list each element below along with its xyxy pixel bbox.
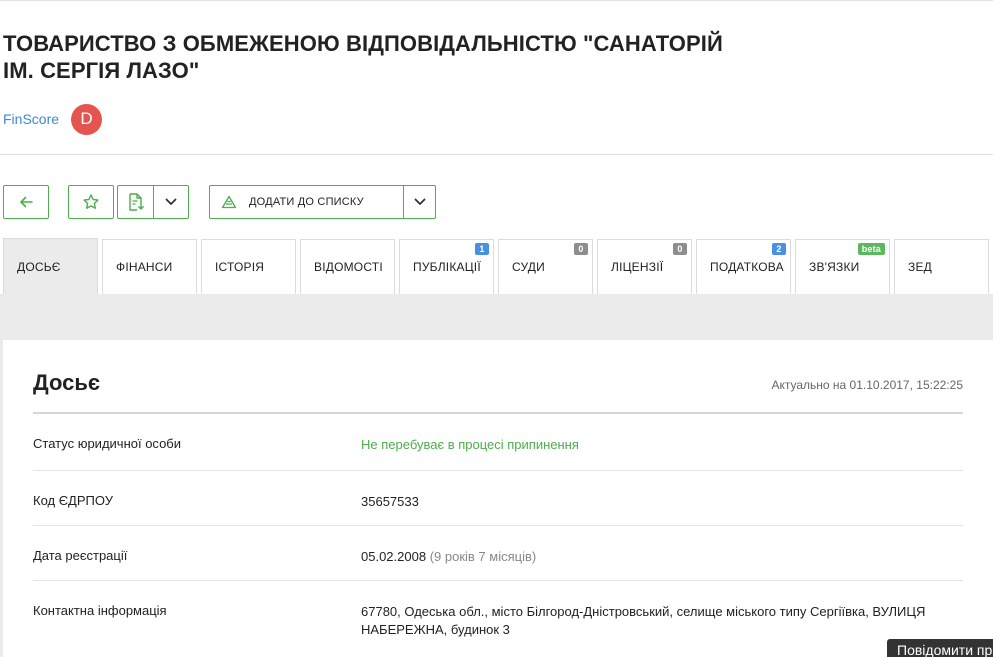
document-download-icon	[128, 193, 144, 211]
row-value: 35657533	[361, 494, 419, 509]
finscore-link[interactable]: FinScore	[3, 111, 59, 127]
finscore-row: FinScore D	[3, 103, 103, 135]
export-button[interactable]	[117, 185, 154, 219]
info-row-edrpou: Код ЄДРПОУ 35657533	[33, 471, 963, 526]
tab-records[interactable]: ВІДОМОСТІ	[300, 239, 395, 294]
tab-label: ВІДОМОСТІ	[314, 260, 383, 274]
tab-label: ЗЕД	[908, 260, 932, 274]
tab-label: ПОДАТКОВА	[710, 260, 784, 274]
export-dropdown-button[interactable]	[153, 185, 189, 219]
tab-label: ІСТОРІЯ	[215, 260, 265, 274]
add-to-list-dropdown-button[interactable]	[403, 185, 436, 219]
tab-label: СУДИ	[512, 260, 545, 274]
dossier-updated-timestamp: Актуально на 01.10.2017, 15:22:25	[771, 378, 963, 392]
favorite-button[interactable]	[68, 185, 114, 219]
tab-publications[interactable]: ПУБЛІКАЦІЇ 1	[399, 239, 494, 294]
add-to-list-button[interactable]: ДОДАТИ ДО СПИСКУ	[209, 185, 404, 219]
tab-label: ЛІЦЕНЗІЇ	[611, 260, 664, 274]
finscore-grade-badge[interactable]: D	[71, 103, 103, 135]
count-badge: 1	[475, 243, 489, 255]
top-border	[0, 0, 993, 1]
info-row-contacts: Контактна інформація 67780, Одеська обл.…	[33, 581, 963, 657]
tab-label: ДОСЬЄ	[17, 259, 61, 274]
header-divider	[0, 154, 993, 155]
tab-label: ФІНАНСИ	[116, 260, 173, 274]
row-label: Дата реєстрації	[33, 548, 128, 563]
dossier-panel: Досьє Актуально на 01.10.2017, 15:22:25 …	[3, 340, 993, 657]
list-triangle-icon	[221, 195, 237, 209]
add-to-list-label: ДОДАТИ ДО СПИСКУ	[249, 196, 364, 208]
row-value-wrapper: 05.02.2008 (9 років 7 місяців)	[361, 548, 961, 566]
tab-label: ПУБЛІКАЦІЇ	[413, 260, 481, 274]
tab-courts[interactable]: СУДИ 0	[498, 239, 593, 294]
tab-licenses[interactable]: ЛІЦЕНЗІЇ 0	[597, 239, 692, 294]
tab-history[interactable]: ІСТОРІЯ	[201, 239, 296, 294]
row-label: Статус юридичної особи	[33, 436, 182, 451]
tab-connections[interactable]: ЗВ'ЯЗКИ beta	[795, 239, 890, 294]
back-button[interactable]	[3, 185, 49, 219]
info-row-status: Статус юридичної особи Не перебуває в пр…	[33, 414, 963, 471]
tab-dossier[interactable]: ДОСЬЄ	[3, 238, 98, 294]
tab-foreign-trade[interactable]: ЗЕД	[894, 239, 989, 294]
row-label: Контактна інформація	[33, 603, 167, 618]
company-title: ТОВАРИСТВО З ОБМЕЖЕНОЮ ВІДПОВІДАЛЬНІСТЮ …	[3, 31, 723, 83]
tab-finances[interactable]: ФІНАНСИ	[102, 239, 197, 294]
row-value-age: (9 років 7 місяців)	[429, 549, 537, 564]
count-badge: 0	[574, 243, 588, 255]
tab-label: ЗВ'ЯЗКИ	[809, 260, 860, 274]
row-label: Код ЄДРПОУ	[33, 493, 113, 508]
chevron-down-icon	[414, 198, 425, 205]
tab-tax[interactable]: ПОДАТКОВА 2	[696, 239, 791, 294]
count-badge: 0	[673, 243, 687, 255]
row-value: 05.02.2008	[361, 549, 427, 564]
report-error-button[interactable]: Повідомити пр	[887, 639, 993, 657]
star-icon	[83, 194, 99, 209]
row-value: 67780, Одеська обл., місто Білгород-Дніс…	[361, 604, 926, 637]
arrow-left-icon	[20, 196, 33, 208]
row-value: Не перебуває в процесі припинення	[361, 437, 579, 452]
count-badge: 2	[772, 243, 786, 255]
info-row-registration-date: Дата реєстрації 05.02.2008 (9 років 7 мі…	[33, 526, 963, 581]
beta-badge: beta	[857, 243, 885, 255]
dossier-title: Досьє	[33, 370, 100, 395]
chevron-down-icon	[165, 198, 177, 205]
